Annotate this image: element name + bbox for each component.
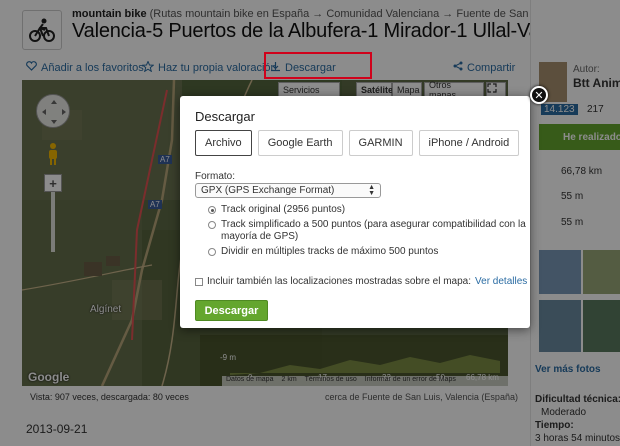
option-split-label: Dividir en múltiples tracks de máximo 50… xyxy=(221,246,439,257)
include-label: Incluir también las localizaciones mostr… xyxy=(207,276,472,287)
download-tabs: Archivo Google Earth GARMIN iPhone / And… xyxy=(195,130,520,156)
track-options: Track original (2956 puntos) Track simpl… xyxy=(208,204,528,261)
format-label: Formato: xyxy=(195,171,236,182)
tab-garmin[interactable]: GARMIN xyxy=(348,130,413,156)
format-select[interactable]: GPX (GPS Exchange Format) ▲ ▼ xyxy=(195,183,381,198)
include-checkbox[interactable] xyxy=(195,277,203,286)
download-dialog: Descargar Archivo Google Earth GARMIN iP… xyxy=(180,96,530,328)
download-highlight xyxy=(264,52,372,79)
option-split[interactable]: Dividir en múltiples tracks de máximo 50… xyxy=(208,246,528,258)
tab-iphone-android[interactable]: iPhone / Android xyxy=(418,130,520,156)
radio-icon[interactable] xyxy=(208,248,216,256)
select-arrows-icon: ▲ ▼ xyxy=(368,183,375,197)
download-button[interactable]: Descargar xyxy=(195,300,268,321)
option-original[interactable]: Track original (2956 puntos) xyxy=(208,204,528,216)
radio-icon[interactable] xyxy=(208,221,216,229)
close-icon[interactable]: ✕ xyxy=(530,86,548,104)
dialog-title: Descargar xyxy=(195,109,255,124)
option-simplified[interactable]: Track simplificado a 500 puntos (para as… xyxy=(208,219,528,243)
details-link[interactable]: Ver detalles xyxy=(475,276,527,287)
radio-selected-icon[interactable] xyxy=(208,206,216,214)
option-simplified-label: Track simplificado a 500 puntos (para as… xyxy=(221,219,526,242)
include-locations[interactable]: Incluir también las localizaciones mostr… xyxy=(195,276,527,287)
page: mountain bike (Rutas mountain bike en Es… xyxy=(0,0,620,446)
format-value: GPX (GPS Exchange Format) xyxy=(201,185,335,196)
option-original-label: Track original (2956 puntos) xyxy=(221,204,346,215)
tab-google-earth[interactable]: Google Earth xyxy=(257,130,343,156)
tab-archivo[interactable]: Archivo xyxy=(195,130,252,156)
